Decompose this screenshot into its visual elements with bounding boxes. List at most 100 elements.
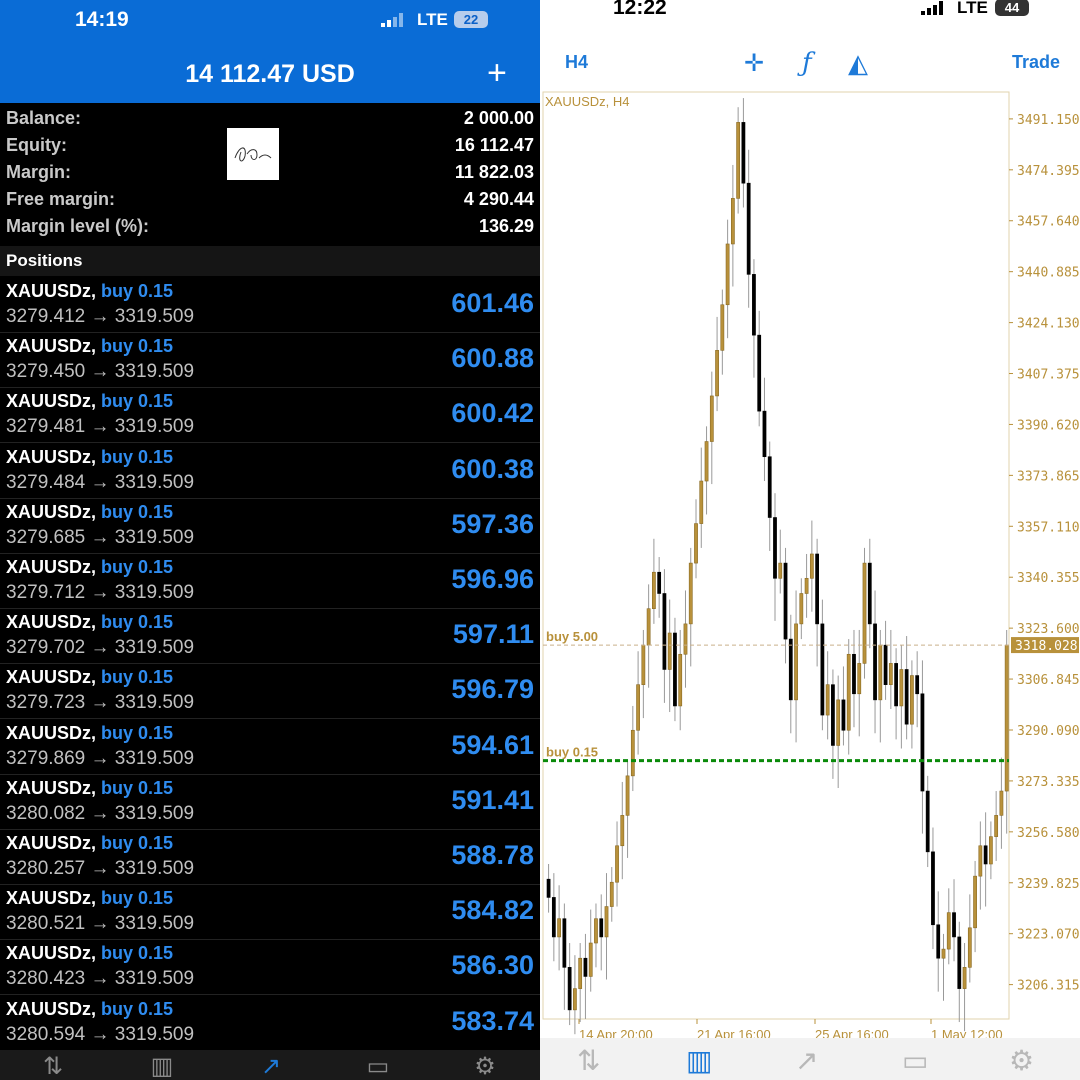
candle-body — [773, 517, 777, 579]
position-profit: 583.74 — [451, 1005, 534, 1036]
quotes-icon[interactable]: ⇅ — [35, 1054, 71, 1080]
candle-body — [962, 967, 967, 989]
candle-body — [746, 182, 751, 275]
position-symbol: XAUUSDz, buy 0.15 — [6, 612, 173, 633]
candle-body — [551, 897, 556, 938]
symbol-text: XAUUSDz, — [6, 557, 97, 577]
position-row[interactable]: XAUUSDz, buy 0.15 3279.712 → 3319.509 596.… — [0, 554, 540, 609]
status-time: 14:19 — [75, 8, 129, 31]
margin-value: 11 822.03 — [454, 162, 534, 182]
candle-body — [857, 663, 862, 695]
add-icon[interactable]: + — [487, 56, 507, 90]
position-profit: 591.41 — [451, 784, 534, 815]
indicators-icon[interactable]: ƒ — [802, 48, 812, 78]
bottom-tab-bar-right: ⇅ ▥ ↗ ▭ ⚙ — [540, 1038, 1080, 1080]
candle-body — [667, 632, 672, 670]
position-symbol: XAUUSDz, buy 0.15 — [6, 336, 173, 357]
chart-icon[interactable]: ▥ — [686, 1044, 712, 1077]
candle-body — [831, 684, 835, 746]
candle-body — [894, 663, 898, 707]
position-prices: 3280.594 → 3319.509 — [6, 1023, 195, 1045]
position-profit: 588.78 — [451, 840, 534, 870]
position-symbol: XAUUSDz, buy 0.15 — [6, 447, 173, 468]
candle-body — [741, 122, 746, 184]
symbol-text: XAUUSDz, — [6, 888, 97, 909]
candle-body — [809, 553, 814, 579]
candle-body — [878, 644, 883, 701]
trade-icon[interactable]: ↗ — [795, 1044, 818, 1077]
battery-icon-right: 44 — [995, 0, 1029, 16]
candle-body — [820, 623, 825, 716]
candle-body — [678, 653, 683, 707]
candle-body — [615, 845, 619, 883]
position-profit: 597.36 — [451, 508, 534, 539]
side-text: buy 0.15 — [101, 612, 174, 633]
position-prices: 3279.450 → 3319.509 — [6, 361, 195, 383]
history-icon[interactable]: ▭ — [902, 1044, 928, 1077]
side-text: buy 0.15 — [101, 446, 174, 467]
candle-body — [888, 663, 893, 685]
candle-body — [952, 912, 956, 938]
candle-body — [720, 304, 725, 351]
position-row[interactable]: XAUUSDz, buy 0.15 3279.685 → 3319.509 597.… — [0, 499, 540, 554]
position-prices: 3279.685 → 3319.509 — [6, 526, 195, 548]
position-profit: 600.42 — [451, 398, 534, 429]
side-text: buy 0.15 — [101, 943, 174, 964]
logo-image — [227, 128, 279, 180]
position-row[interactable]: XAUUSDz, buy 0.15 3279.481 → 3319.509 600.… — [0, 388, 540, 444]
candle-body — [604, 906, 609, 938]
candle-body — [999, 790, 1004, 816]
candle-body — [709, 395, 714, 442]
position-row[interactable]: XAUUSDz, buy 0.15 3279.484 → 3319.509 600.… — [0, 444, 540, 499]
y-tick-label: 3474.395 — [1017, 164, 1080, 179]
position-row[interactable]: XAUUSDz, buy 0.15 3279.702 → 3319.509 597.… — [0, 609, 540, 665]
y-tick-label: 3290.090 — [1017, 724, 1080, 739]
crosshair-icon[interactable]: ✛ — [744, 49, 764, 78]
position-profit: 586.30 — [451, 950, 534, 981]
position-row[interactable]: XAUUSDz, buy 0.15 3279.723 → 3319.509 596.… — [0, 664, 540, 720]
y-tick-label: 3273.335 — [1017, 775, 1080, 790]
side-text: buy 0.15 — [101, 557, 174, 577]
symbol-text: XAUUSDz, — [6, 501, 97, 522]
y-tick-label: 3390.620 — [1017, 418, 1080, 433]
candle-body — [783, 562, 788, 640]
timeframe-button[interactable]: H4 — [565, 52, 588, 73]
position-row[interactable]: XAUUSDz, buy 0.15 3279.450 → 3319.509 600.… — [0, 333, 540, 389]
settings-icon[interactable]: ⚙ — [467, 1054, 503, 1080]
symbol-text: XAUUSDz, — [6, 446, 97, 467]
position-symbol: XAUUSDz, buy 0.15 — [6, 943, 173, 964]
candle-body — [794, 623, 798, 701]
position-row[interactable]: XAUUSDz, buy 0.15 3279.412 → 3319.509 601.… — [0, 278, 540, 333]
position-row[interactable]: XAUUSDz, buy 0.15 3280.521 → 3319.509 584.… — [0, 885, 540, 941]
position-row[interactable]: XAUUSDz, buy 0.15 3280.082 → 3319.509 591.… — [0, 775, 540, 830]
bottom-tab-bar: ⇅ ▥ ↗ ▭ ⚙ — [0, 1050, 540, 1080]
y-tick-label: 3424.130 — [1017, 317, 1080, 332]
y-tick-label: 3440.885 — [1017, 266, 1080, 281]
candle-body — [657, 571, 662, 594]
chart-icon[interactable]: ▥ — [144, 1054, 180, 1080]
candle-body — [762, 410, 767, 458]
candle-body — [957, 936, 962, 989]
history-icon[interactable]: ▭ — [360, 1054, 396, 1080]
y-tick-label: 3239.825 — [1017, 877, 1080, 892]
objects-icon[interactable]: ◭ — [848, 48, 868, 79]
position-row[interactable]: XAUUSDz, buy 0.15 3279.869 → 3319.509 594.… — [0, 720, 540, 775]
position-row[interactable]: XAUUSDz, buy 0.15 3280.257 → 3319.509 588.… — [0, 830, 540, 885]
position-row[interactable]: XAUUSDz, buy 0.15 3280.594 → 3319.509 583.… — [0, 996, 540, 1051]
trade-icon[interactable]: ↗ — [253, 1054, 289, 1080]
position-profit: 600.38 — [451, 453, 534, 484]
candle-body — [1004, 644, 1009, 792]
trade-button[interactable]: Trade — [1012, 52, 1060, 73]
position-profit: 600.88 — [451, 343, 534, 374]
candle-body — [699, 480, 704, 524]
candle-body — [910, 675, 914, 725]
position-prices: 3280.082 → 3319.509 — [6, 802, 195, 824]
quotes-icon[interactable]: ⇅ — [577, 1044, 600, 1077]
position-prices: 3280.257 → 3319.509 — [6, 858, 195, 879]
settings-icon[interactable]: ⚙ — [1009, 1044, 1034, 1077]
position-row[interactable]: XAUUSDz, buy 0.15 3280.423 → 3319.509 586.… — [0, 940, 540, 996]
candle-body — [683, 623, 688, 655]
price-chart[interactable]: XAUUSDz, H4 3491.150 3474.395 3457.640 3440.… — [540, 90, 1080, 1040]
position-symbol: XAUUSDz, buy 0.15 — [6, 502, 173, 523]
battery-icon: 22 — [454, 11, 488, 28]
